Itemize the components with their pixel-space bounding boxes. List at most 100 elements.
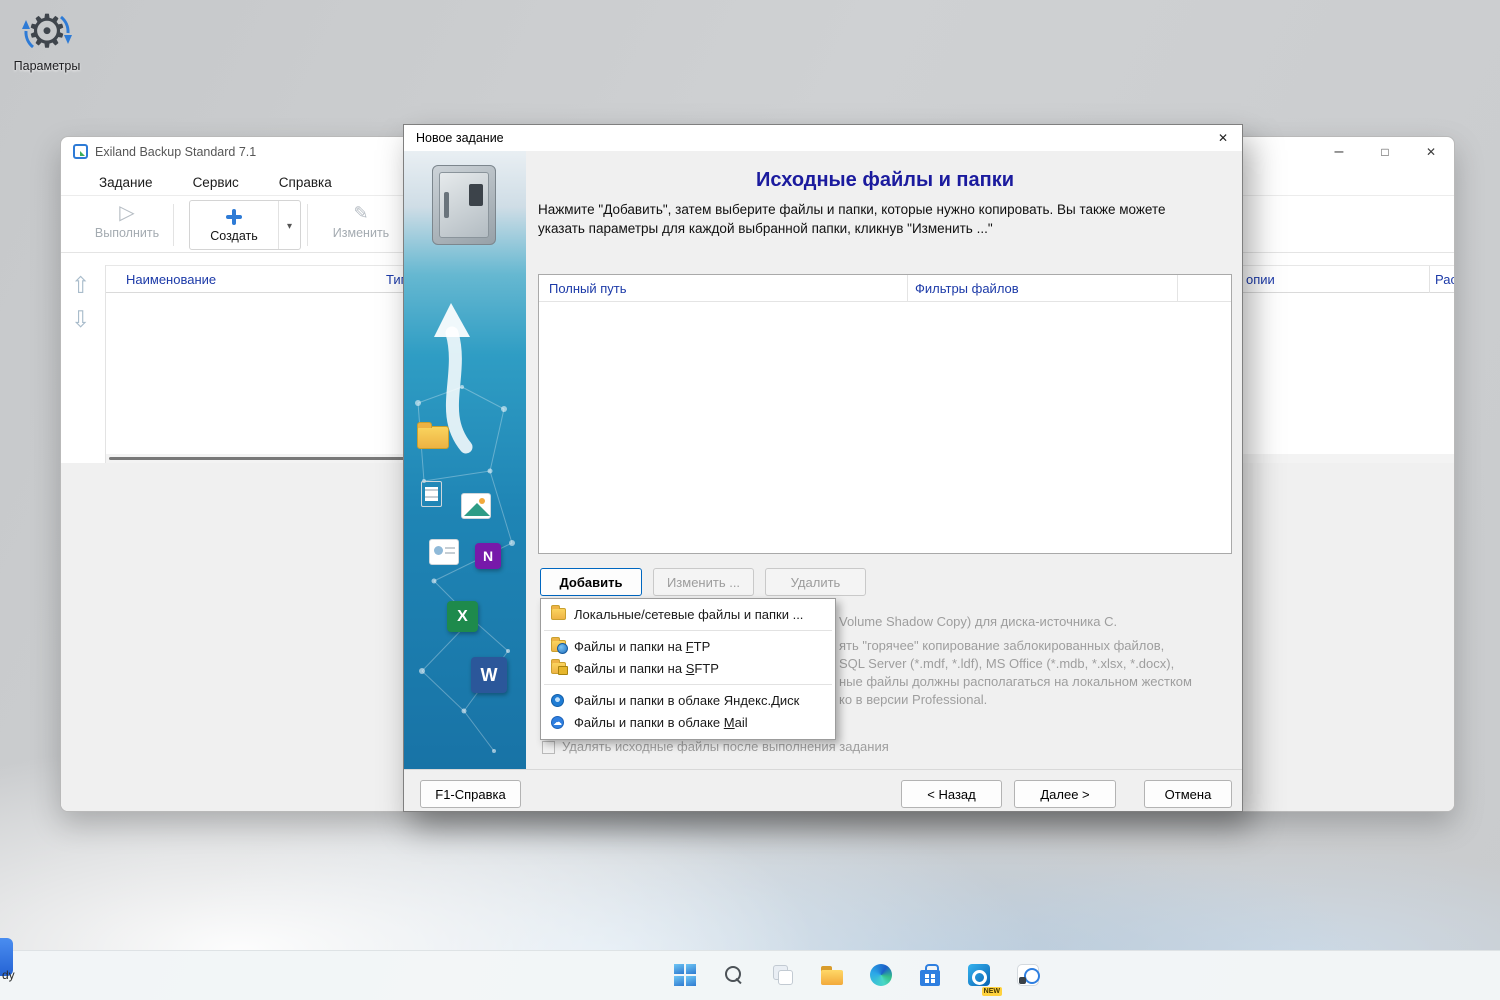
app-title: Exiland Backup Standard 7.1 [95, 145, 257, 159]
folder-icon [417, 422, 449, 449]
accel-key: S [685, 660, 695, 676]
cancel-button[interactable]: Отмена [1144, 780, 1232, 808]
run-label: Выполнить [94, 226, 160, 240]
swoosh-arrow [445, 326, 473, 454]
word-icon: W [471, 657, 507, 693]
outlook-icon [968, 964, 990, 986]
column-divider [1177, 275, 1178, 302]
menu-item-label: Файлы и папки на [574, 638, 686, 654]
pencil-icon [353, 202, 368, 224]
sftp-folder-icon [551, 659, 568, 675]
store-button[interactable] [908, 955, 952, 995]
move-down-icon[interactable] [71, 307, 90, 331]
dialog-close-button[interactable] [1208, 127, 1238, 149]
dialog-titlebar: Новое задание [404, 125, 1242, 151]
delete-button[interactable]: Удалить [765, 568, 866, 596]
add-button[interactable]: Добавить [540, 568, 642, 596]
chevron-down-icon [287, 216, 292, 234]
run-button[interactable]: Выполнить [87, 202, 167, 240]
menu-item-local-network-files[interactable]: Локальные/сетевые файлы и папки ... [542, 603, 834, 625]
menu-item-label: Файлы и папки в облаке [574, 714, 724, 730]
menu-item-label: Файлы и папки в облаке Яндекс.Диск [574, 692, 800, 708]
help-button[interactable]: F1-Справка [420, 780, 521, 808]
new-task-dialog: Новое задание ✕ N X W Исходные файлы и п… [403, 124, 1243, 812]
desktop-label-fragment: dy [2, 968, 15, 982]
close-button[interactable] [1408, 137, 1454, 167]
accel-key: M [723, 714, 735, 730]
source-files-table: Полный путь Фильтры файлов [538, 274, 1232, 554]
contact-card-icon [429, 539, 459, 565]
menu-separator [544, 684, 832, 685]
yandex-disk-icon [551, 693, 564, 707]
taskbar-icons: NEW [663, 955, 1050, 996]
obscured-option-text: SQL Server (*.mdf, *.ldf), MS Office (*.… [839, 656, 1175, 671]
page-title: Исходные файлы и папки [755, 169, 1015, 191]
add-dropdown-menu: Локальные/сетевые файлы и папки ... Файл… [540, 598, 836, 740]
column-schedule[interactable]: Рас [1435, 272, 1454, 287]
create-dropdown-caret[interactable] [278, 201, 300, 249]
search-button[interactable] [712, 955, 756, 995]
edit-button[interactable]: Изменить [319, 202, 403, 240]
new-badge: NEW [981, 987, 1002, 996]
obscured-option-text: Volume Shadow Copy) для диска-источника … [839, 614, 1118, 629]
task-view-button[interactable] [761, 955, 805, 995]
document-icon [421, 481, 442, 507]
obscured-option-text: ные файлы должны располагаться на локаль… [839, 674, 1192, 689]
desktop-icon-settings[interactable]: Параметры [4, 6, 90, 73]
maximize-button[interactable] [1362, 137, 1408, 167]
delete-source-checkbox[interactable] [542, 741, 555, 754]
menu-separator [544, 630, 832, 631]
column-copies[interactable]: опии [1246, 272, 1275, 287]
move-up-icon[interactable] [71, 273, 90, 297]
create-label: Создать [210, 229, 258, 243]
excel-icon: X [447, 601, 478, 632]
gear-icon [19, 6, 75, 58]
menu-service[interactable]: Сервис [193, 175, 239, 190]
file-explorer-button[interactable] [810, 955, 854, 995]
minimize-button[interactable] [1316, 137, 1362, 167]
edit-button[interactable]: Изменить ... [653, 568, 754, 596]
app-logo-icon [73, 144, 88, 159]
create-button[interactable]: Создать [190, 201, 278, 249]
menu-item-label: Файлы и папки на [574, 660, 686, 676]
windows-logo-icon [674, 964, 696, 986]
app-menubar: Задание Сервис Справка [99, 169, 332, 195]
menu-item-mail-cloud[interactable]: Файлы и папки в облаке Mail [542, 711, 834, 733]
desktop-icon-label: Параметры [13, 59, 81, 73]
search-icon [724, 965, 744, 985]
clock-app-button[interactable] [1006, 955, 1050, 995]
onenote-icon: N [475, 543, 501, 569]
edge-icon [870, 964, 892, 986]
column-file-filters[interactable]: Фильтры файлов [915, 281, 1019, 296]
edge-button[interactable] [859, 955, 903, 995]
back-button[interactable]: < Назад [901, 780, 1002, 808]
footer-separator [404, 769, 1242, 770]
table-header-row: Полный путь Фильтры файлов [539, 275, 1231, 302]
wizard-sidebar-illustration: N X W [404, 151, 526, 769]
file-explorer-icon [821, 965, 843, 985]
reorder-gutter [61, 265, 106, 463]
menu-item-label-post: FTP [694, 660, 719, 676]
image-icon [461, 493, 491, 519]
next-button[interactable]: Далее > [1014, 780, 1116, 808]
task-view-icon [773, 965, 793, 985]
folder-icon [551, 605, 566, 620]
menu-help[interactable]: Справка [279, 175, 332, 190]
menu-item-label-post: ail [734, 714, 748, 730]
edit-label: Изменить [332, 226, 390, 240]
safe-illustration [432, 165, 496, 245]
menu-item-yandex-disk[interactable]: Файлы и папки в облаке Яндекс.Диск [542, 689, 834, 711]
outlook-button[interactable]: NEW [957, 955, 1002, 996]
toolbar-separator [307, 204, 308, 246]
obscured-option-text: ять "горячее" копирование заблокированны… [839, 638, 1165, 653]
menu-item-sftp[interactable]: Файлы и папки на S FTP [542, 657, 834, 679]
start-button[interactable] [663, 955, 707, 995]
menu-item-ftp[interactable]: Файлы и папки на F TP [542, 635, 834, 657]
sync-arrows-icon [22, 15, 72, 49]
column-name[interactable]: Наименование [126, 272, 216, 287]
create-button-box: Создать [189, 200, 301, 250]
menu-task[interactable]: Задание [99, 175, 153, 190]
toolbar-separator [173, 204, 174, 246]
column-full-path[interactable]: Полный путь [549, 281, 627, 296]
dialog-title: Новое задание [416, 131, 504, 145]
